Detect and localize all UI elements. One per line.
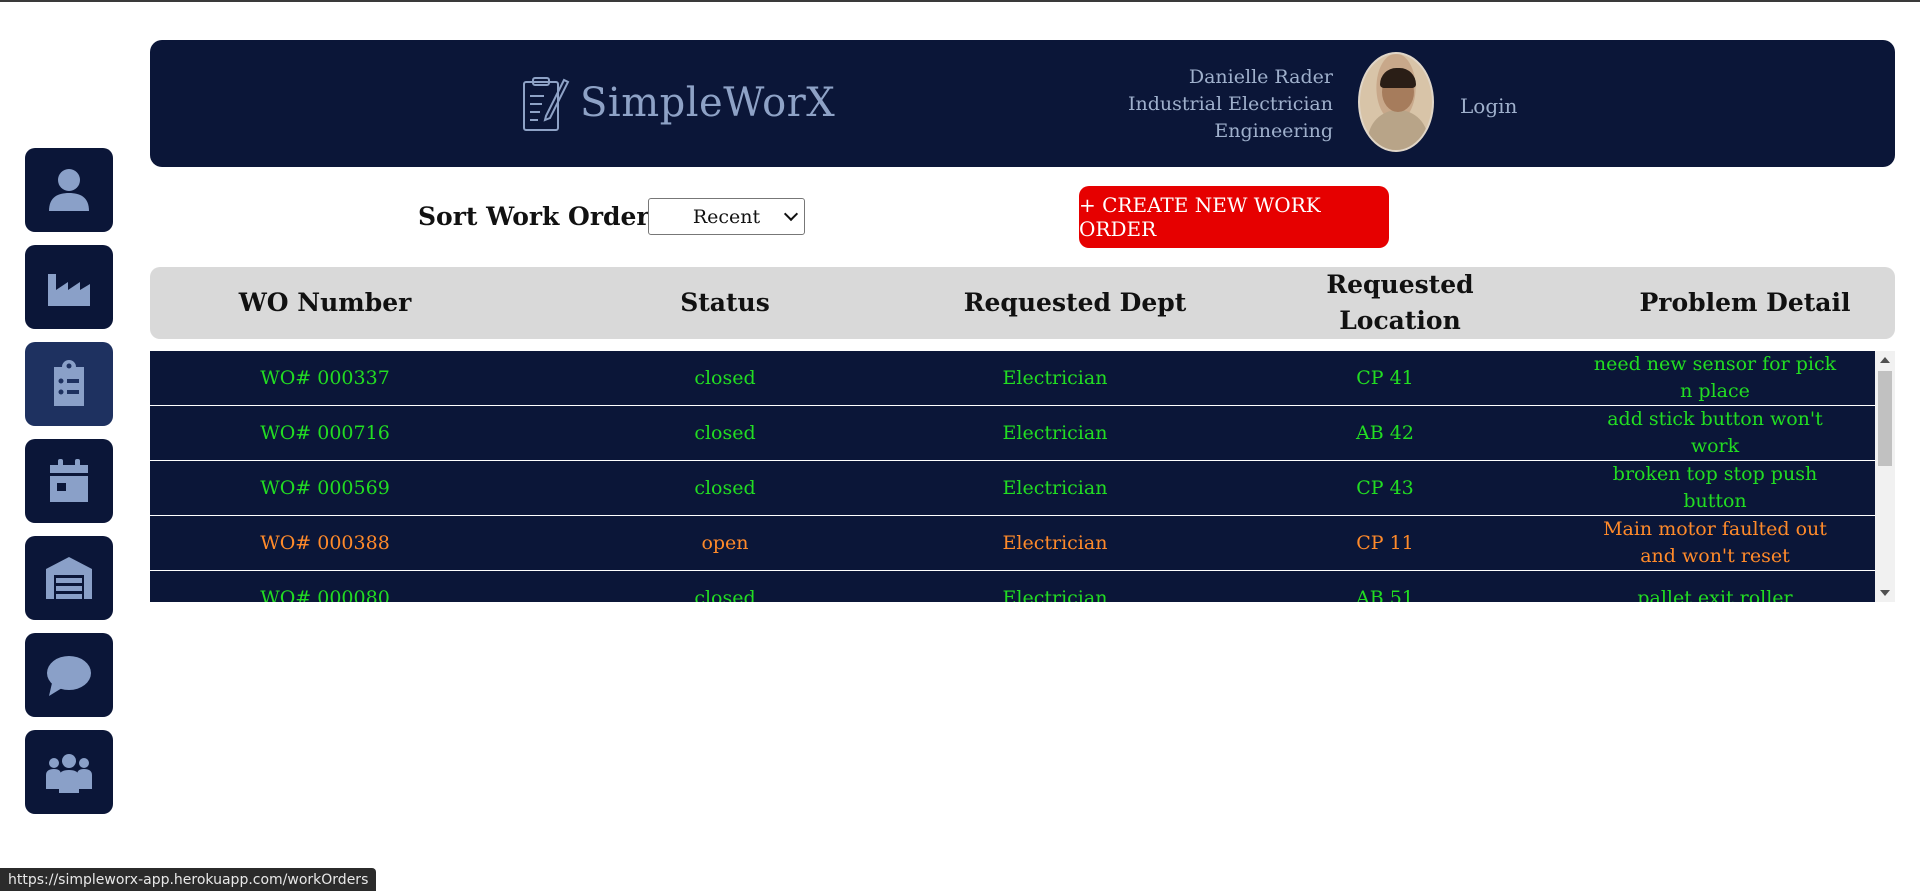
cell-dept: Electrician bbox=[1002, 476, 1108, 499]
column-header-dept: Requested Dept bbox=[963, 288, 1187, 317]
cell-wo-number: WO# 000080 bbox=[260, 586, 390, 603]
cell-wo-number: WO# 000716 bbox=[260, 421, 390, 444]
clipboard-pen-icon bbox=[523, 77, 570, 131]
column-header-status: Status bbox=[680, 288, 770, 317]
cell-problem-detail: pallet exit roller bbox=[1637, 586, 1793, 603]
column-header-problem-detail: Problem Detail bbox=[1639, 288, 1851, 317]
scroll-thumb[interactable] bbox=[1878, 371, 1892, 466]
chat-bubble-icon bbox=[47, 656, 91, 696]
sort-selected-value: Recent bbox=[692, 205, 761, 228]
sort-select[interactable]: Recent bbox=[648, 198, 805, 235]
sidebar-item-profile[interactable] bbox=[25, 148, 113, 232]
scroll-up-icon[interactable] bbox=[1880, 357, 1890, 363]
cell-dept: Electrician bbox=[1002, 366, 1108, 389]
table-row[interactable]: WO# 000569 closed Electrician CP 43 broken t… bbox=[150, 461, 1875, 515]
cell-problem-detail: Main motor faulted out and won't reset bbox=[1603, 518, 1827, 567]
sort-label: Sort Work Orders bbox=[418, 202, 664, 231]
cell-status: closed bbox=[694, 586, 756, 603]
table-row[interactable]: WO# 000716 closed Electrician AB 42 add stic… bbox=[150, 406, 1875, 460]
user-info: Danielle Rader Industrial Electrician En… bbox=[1128, 64, 1333, 145]
chevron-down-icon bbox=[783, 206, 799, 222]
sidebar-item-team[interactable] bbox=[25, 730, 113, 814]
cell-wo-number: WO# 000388 bbox=[260, 531, 390, 554]
column-header-location: Requested Location bbox=[1326, 270, 1474, 335]
sidebar-item-warehouse[interactable] bbox=[25, 536, 113, 620]
cell-dept: Electrician bbox=[1002, 421, 1108, 444]
app-header: SimpleWorX Danielle Rader Industrial Ele… bbox=[150, 40, 1895, 167]
sidebar-item-messages[interactable] bbox=[25, 633, 113, 717]
avatar bbox=[1358, 52, 1434, 152]
sidebar-item-factory[interactable] bbox=[25, 245, 113, 329]
team-icon bbox=[46, 754, 92, 793]
cell-location: AB 51 bbox=[1356, 586, 1414, 603]
cell-status: closed bbox=[694, 366, 756, 389]
clipboard-list-icon bbox=[54, 360, 84, 406]
sidebar-item-calendar[interactable] bbox=[25, 439, 113, 523]
table-row[interactable]: WO# 000388 open Electrician CP 11 Main motor… bbox=[150, 516, 1875, 570]
user-icon bbox=[49, 169, 89, 211]
user-department: Engineering bbox=[1214, 120, 1333, 142]
cell-dept: Electrician bbox=[1002, 531, 1108, 554]
app-logo[interactable]: SimpleWorX bbox=[520, 72, 835, 134]
sidebar-item-work-orders[interactable] bbox=[25, 342, 113, 426]
login-link[interactable]: Login bbox=[1460, 94, 1517, 118]
cell-location: AB 42 bbox=[1356, 421, 1414, 444]
cell-dept: Electrician bbox=[1002, 586, 1108, 603]
cell-location: CP 41 bbox=[1356, 366, 1414, 389]
user-title: Industrial Electrician bbox=[1127, 93, 1333, 115]
cell-status: open bbox=[701, 531, 749, 554]
cell-wo-number: WO# 000337 bbox=[260, 366, 390, 389]
cell-status: closed bbox=[694, 476, 756, 499]
table-scrollbar[interactable] bbox=[1875, 351, 1895, 602]
status-bar-url: https://simpleworx-app.herokuapp.com/wor… bbox=[0, 868, 377, 891]
warehouse-icon bbox=[46, 557, 92, 599]
app-name: SimpleWorX bbox=[580, 80, 836, 126]
cell-problem-detail: add stick button won't work bbox=[1607, 408, 1823, 457]
calendar-icon bbox=[50, 459, 88, 502]
table-header: WO Number Status Requested Dept Requeste… bbox=[150, 267, 1895, 339]
cell-problem-detail: need new sensor for pick n place bbox=[1593, 353, 1837, 402]
cell-wo-number: WO# 000569 bbox=[260, 476, 390, 499]
table-row[interactable]: WO# 000080 closed Electrician AB 51 pallet e… bbox=[150, 571, 1875, 602]
cell-problem-detail: broken top stop push button bbox=[1612, 463, 1818, 512]
cell-location: CP 11 bbox=[1356, 531, 1414, 554]
work-orders-table[interactable]: WO# 000337 closed Electrician CP 41 need new… bbox=[150, 351, 1895, 602]
cell-location: CP 43 bbox=[1356, 476, 1414, 499]
cell-status: closed bbox=[694, 421, 756, 444]
table-row[interactable]: WO# 000337 closed Electrician CP 41 need new… bbox=[150, 351, 1875, 405]
user-name: Danielle Rader bbox=[1188, 66, 1333, 88]
create-work-order-button[interactable]: + CREATE NEW WORK ORDER bbox=[1079, 186, 1389, 248]
scroll-down-icon[interactable] bbox=[1880, 590, 1890, 596]
column-header-wo-number: WO Number bbox=[238, 288, 412, 317]
factory-icon bbox=[48, 274, 90, 306]
